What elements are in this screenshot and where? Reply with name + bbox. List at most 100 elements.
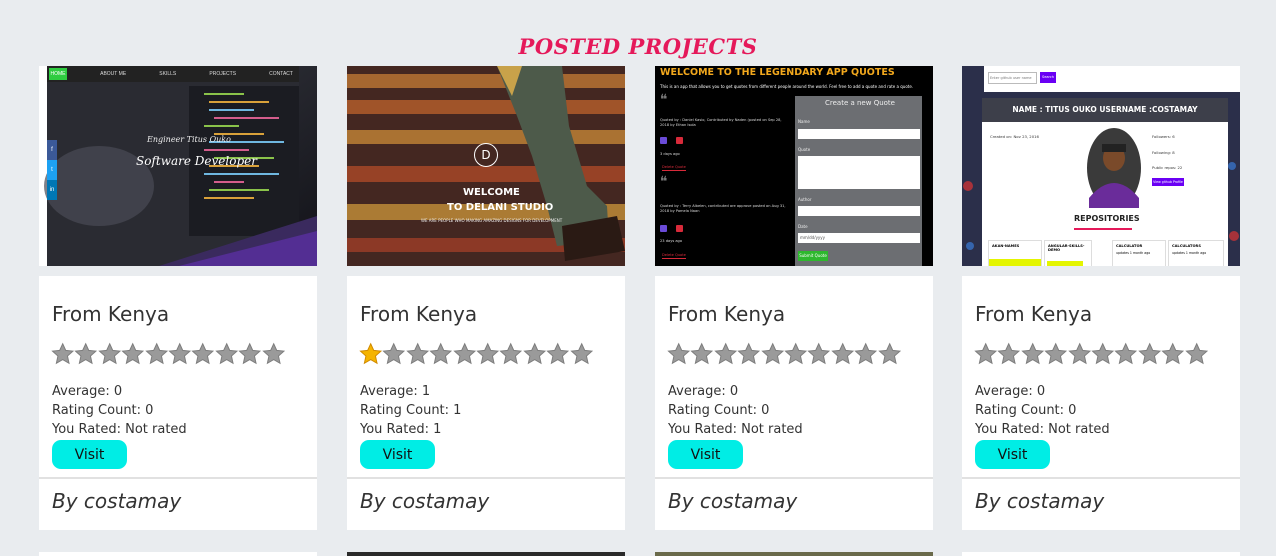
repo-card[interactable]: CALCULATORS updates 1 month ago: [1168, 240, 1224, 266]
rating-count: Rating Count: 1: [360, 403, 462, 418]
preview-nav-home[interactable]: HOME: [49, 71, 67, 77]
project-card: HOME ABOUT ME SKILLS PROJECTS CONTACT En…: [39, 66, 317, 530]
visit-button[interactable]: Visit: [975, 440, 1050, 469]
date-input[interactable]: mm/dd/yyyy: [798, 233, 920, 243]
project-screenshot[interactable]: WELCOME TO THE LEGENDARY APP QUOTES This…: [655, 66, 933, 266]
star-empty-icon[interactable]: [690, 342, 714, 365]
star-filled-icon[interactable]: [359, 342, 383, 365]
facebook-icon[interactable]: f: [47, 140, 57, 160]
like-icon[interactable]: [660, 225, 667, 232]
star-rating[interactable]: [974, 342, 1208, 365]
star-empty-icon[interactable]: [997, 342, 1021, 365]
preview-nav-skills[interactable]: SKILLS: [159, 71, 176, 77]
preview-heading-2: TO DELANI STUDIO: [447, 202, 554, 213]
preview-tagline: WE ARE PEOPLE WHO MAKING AMAZING DESIGNS…: [421, 218, 563, 223]
star-empty-icon[interactable]: [168, 342, 192, 365]
repo-card[interactable]: CALCULATOR updates 1 month ago: [1112, 240, 1166, 266]
star-empty-icon[interactable]: [476, 342, 500, 365]
star-empty-icon[interactable]: [1091, 342, 1115, 365]
star-empty-icon[interactable]: [667, 342, 691, 365]
star-empty-icon[interactable]: [1161, 342, 1185, 365]
star-empty-icon[interactable]: [74, 342, 98, 365]
preview-intro: This is an app that allows you to get qu…: [660, 84, 914, 89]
avatar: [1087, 128, 1141, 208]
star-empty-icon[interactable]: [1067, 342, 1091, 365]
star-rating[interactable]: [51, 342, 285, 365]
star-empty-icon[interactable]: [191, 342, 215, 365]
star-rating[interactable]: [359, 342, 593, 365]
profile-created: Created on: Nov 23, 2016: [990, 134, 1039, 139]
star-empty-icon[interactable]: [238, 342, 262, 365]
twitter-icon[interactable]: t: [47, 160, 57, 180]
dislike-icon[interactable]: [676, 225, 683, 232]
project-screenshot[interactable]: HOME ABOUT ME SKILLS PROJECTS CONTACT En…: [39, 66, 317, 266]
quote-textarea[interactable]: [798, 156, 920, 189]
star-empty-icon[interactable]: [1114, 342, 1138, 365]
star-empty-icon[interactable]: [144, 342, 168, 365]
search-button[interactable]: Search: [1040, 72, 1056, 83]
card-divider: [347, 477, 625, 479]
star-empty-icon[interactable]: [452, 342, 476, 365]
project-card: Enter github user name Search NAME : TIT…: [962, 66, 1240, 530]
star-empty-icon[interactable]: [784, 342, 808, 365]
project-country: From Kenya: [360, 302, 478, 326]
project-screenshot[interactable]: Enter github user name Search NAME : TIT…: [962, 66, 1240, 266]
star-empty-icon[interactable]: [807, 342, 831, 365]
form-title: Create a new Quote: [825, 99, 895, 107]
profile-name-bar: NAME : TITUS OUKO USERNAME :COSTAMAY: [982, 98, 1228, 122]
author-input[interactable]: [798, 206, 920, 216]
project-screenshot[interactable]: D WELCOME TO DELANI STUDIO WE ARE PEOPLE…: [347, 66, 625, 266]
star-empty-icon[interactable]: [1044, 342, 1068, 365]
star-empty-icon[interactable]: [429, 342, 453, 365]
star-empty-icon[interactable]: [1184, 342, 1208, 365]
star-empty-icon[interactable]: [1021, 342, 1044, 365]
star-empty-icon[interactable]: [854, 342, 878, 365]
star-empty-icon[interactable]: [215, 342, 238, 365]
visit-button[interactable]: Visit: [668, 440, 743, 469]
star-empty-icon[interactable]: [737, 342, 761, 365]
star-empty-icon[interactable]: [261, 342, 285, 365]
star-empty-icon[interactable]: [1138, 342, 1161, 365]
name-input[interactable]: [798, 129, 920, 139]
like-icon[interactable]: [660, 137, 667, 144]
dislike-icon[interactable]: [676, 137, 683, 144]
star-empty-icon[interactable]: [974, 342, 998, 365]
linkedin-icon[interactable]: in: [47, 180, 57, 200]
star-empty-icon[interactable]: [714, 342, 737, 365]
preview-nav-about[interactable]: ABOUT ME: [100, 71, 126, 77]
star-empty-icon[interactable]: [546, 342, 570, 365]
star-empty-icon[interactable]: [382, 342, 406, 365]
repo-card[interactable]: AKAN-NAMES: [988, 240, 1042, 266]
star-empty-icon[interactable]: [760, 342, 784, 365]
github-username-input[interactable]: Enter github user name: [988, 72, 1037, 84]
profile-panel: NAME : TITUS OUKO USERNAME :COSTAMAY Cre…: [982, 98, 1228, 266]
your-rating: You Rated: Not rated: [668, 422, 803, 437]
rating-count: Rating Count: 0: [975, 403, 1077, 418]
star-rating[interactable]: [667, 342, 901, 365]
star-empty-icon[interactable]: [523, 342, 546, 365]
star-empty-icon[interactable]: [569, 342, 593, 365]
project-card-body: From Kenya Average: 0 Rating Count: 0 Yo…: [962, 276, 1240, 530]
visit-button[interactable]: Visit: [52, 440, 127, 469]
star-empty-icon[interactable]: [98, 342, 121, 365]
preview-nav-contact[interactable]: CONTACT: [269, 71, 293, 77]
star-empty-icon[interactable]: [121, 342, 145, 365]
preview-nav-projects[interactable]: PROJECTS: [209, 71, 236, 77]
star-empty-icon[interactable]: [51, 342, 75, 365]
project-country: From Kenya: [975, 302, 1093, 326]
star-empty-icon[interactable]: [499, 342, 523, 365]
star-empty-icon[interactable]: [406, 342, 429, 365]
submit-quote-button[interactable]: Submit Quote: [798, 251, 828, 261]
project-author: By costamay: [52, 489, 182, 513]
repo-card[interactable]: ANGULAR-SKILLS-DEMO: [1044, 240, 1092, 266]
view-profile-button[interactable]: View github Profile: [1152, 178, 1184, 186]
repo-title: ANGULAR-SKILLS-DEMO: [1048, 244, 1085, 252]
visit-button[interactable]: Visit: [360, 440, 435, 469]
star-empty-icon[interactable]: [877, 342, 901, 365]
profile-followers: Followers: 6: [1152, 134, 1175, 139]
delete-quote-button[interactable]: Delete Quote: [662, 165, 686, 171]
star-empty-icon[interactable]: [831, 342, 854, 365]
search-bar-area: Enter github user name Search: [984, 66, 1240, 92]
delete-quote-button[interactable]: Delete Quote: [662, 253, 686, 259]
repo-note: updates 1 month ago: [1172, 251, 1207, 255]
